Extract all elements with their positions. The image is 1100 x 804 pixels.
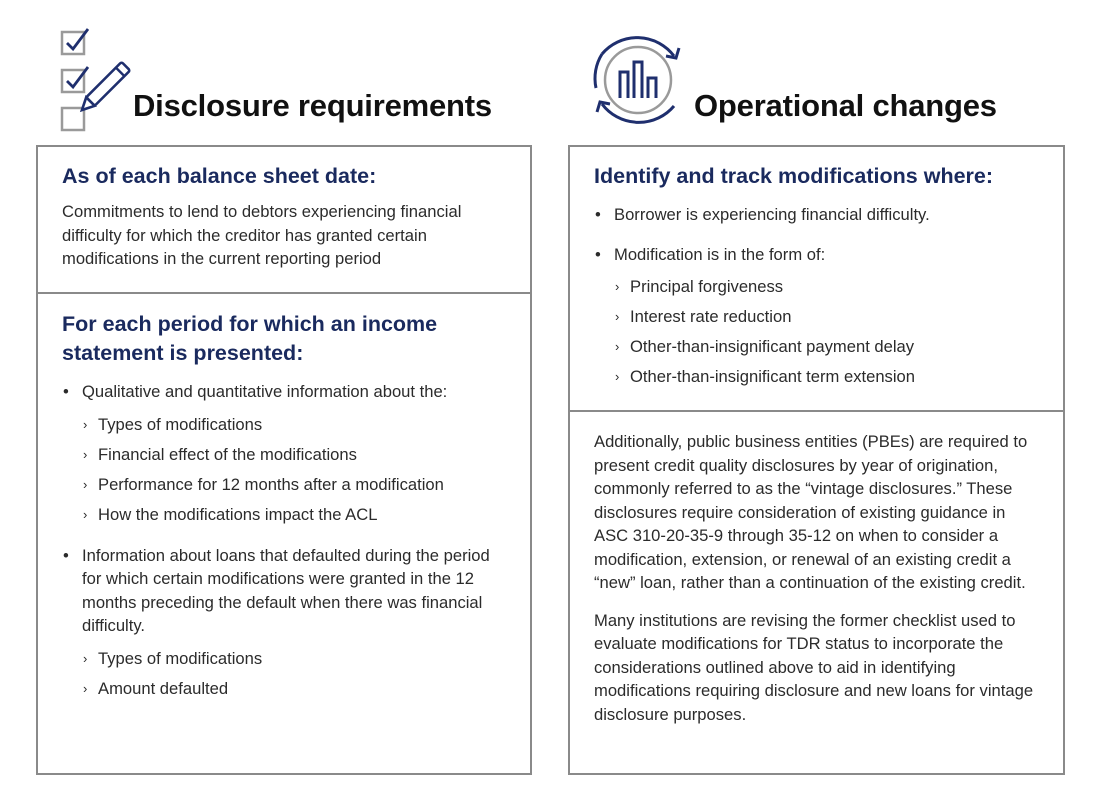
sub-item-text: Other-than-insignificant payment delay [630,337,915,356]
cycle-bar-chart-icon [593,36,681,124]
chevron-right-icon: › [83,416,88,432]
sub-list-item: › Other-than-insignificant payment delay [614,332,1039,362]
sub-list-item: › Performance for 12 months after a modif… [82,470,506,500]
vintage-disclosures-section: Additionally, public business entities (… [570,410,1063,726]
bullet-dot: • [63,545,69,565]
sub-list-item: › Types of modifications [82,410,506,440]
paragraph: Many institutions are revising the forme… [594,610,1034,724]
chevron-right-icon: › [83,680,88,696]
sub-list-item: › Types of modifications [82,644,506,674]
bullet-list: • Borrower is experiencing financial dif… [594,203,1039,392]
list-item-text: Borrower is experiencing financial diffi… [614,205,930,224]
sub-item-text: Interest rate reduction [630,307,792,326]
paragraph: Additionally, public business entities (… [594,432,1028,592]
sub-item-text: Types of modifications [98,648,263,668]
sub-item-text: Other-than-insignificant term extension [630,367,915,386]
sub-list-item: › Financial effect of the modifications [82,440,506,470]
list-item: • Qualitative and quantitative informati… [62,380,506,530]
chevron-right-icon: › [615,339,620,354]
bullet-dot: • [63,382,69,401]
sub-list: › Types of modifications › Amount defaulte… [82,644,506,704]
sub-item-text: Performance for 12 months after a modifi… [98,474,444,494]
column-title-operational: Operational changes [694,88,997,123]
list-item-text: Modification is in the form of: [614,244,826,264]
sub-list: › Principal forgiveness › Interest rate re… [614,272,1039,392]
bullet-dot: • [595,205,601,224]
sub-item-text: Amount defaulted [98,678,229,698]
sub-list-item: › How the modifications impact the ACL [82,500,506,530]
chevron-right-icon: › [83,650,88,666]
bullet-dot: • [595,244,601,264]
chevron-right-icon: › [83,506,88,522]
list-item-text: Information about loans that defaulted d… [82,545,490,636]
checklist-pencil-icon [60,28,131,132]
sub-item-text: Principal forgiveness [630,277,784,296]
chevron-right-icon: › [83,446,88,462]
column-title-disclosure: Disclosure requirements [133,88,492,123]
income-statement-section: For each period for which an income stat… [38,292,530,704]
section-heading: For each period for which an income stat… [62,312,438,365]
sub-list: › Types of modifications › Financial effec… [82,410,506,530]
list-item: • Information about loans that defaulted… [62,544,506,704]
sub-list-item: › Amount defaulted [82,674,506,704]
chevron-right-icon: › [83,476,88,492]
list-item: • Borrower is experiencing financial dif… [594,203,1039,227]
sub-list-item: › Other-than-insignificant term extension [614,362,1039,392]
identify-track-section: Identify and track modifications where: … [570,147,1063,410]
list-item-text: Qualitative and quantitative information… [82,382,448,401]
sub-item-text: Financial effect of the modifications [98,444,357,464]
chevron-right-icon: › [615,369,620,384]
disclosure-requirements-panel: As of each balance sheet date: Commitmen… [36,145,532,775]
section-body: Commitments to lend to debtors experienc… [62,202,462,268]
sub-item-text: Types of modifications [98,414,263,434]
balance-sheet-section: As of each balance sheet date: Commitmen… [38,147,530,292]
section-heading: As of each balance sheet date: [62,164,377,188]
sub-item-text: How the modifications impact the ACL [98,504,378,524]
sub-list-item: › Principal forgiveness [614,272,1039,302]
operational-changes-panel: Identify and track modifications where: … [568,145,1065,775]
sub-list-item: › Interest rate reduction [614,302,1039,332]
section-heading: Identify and track modifications where: [594,164,994,188]
bullet-list: • Qualitative and quantitative informati… [62,380,506,704]
chevron-right-icon: › [615,279,620,294]
chevron-right-icon: › [615,309,620,324]
list-item: • Modification is in the form of: › Princ… [594,243,1039,393]
